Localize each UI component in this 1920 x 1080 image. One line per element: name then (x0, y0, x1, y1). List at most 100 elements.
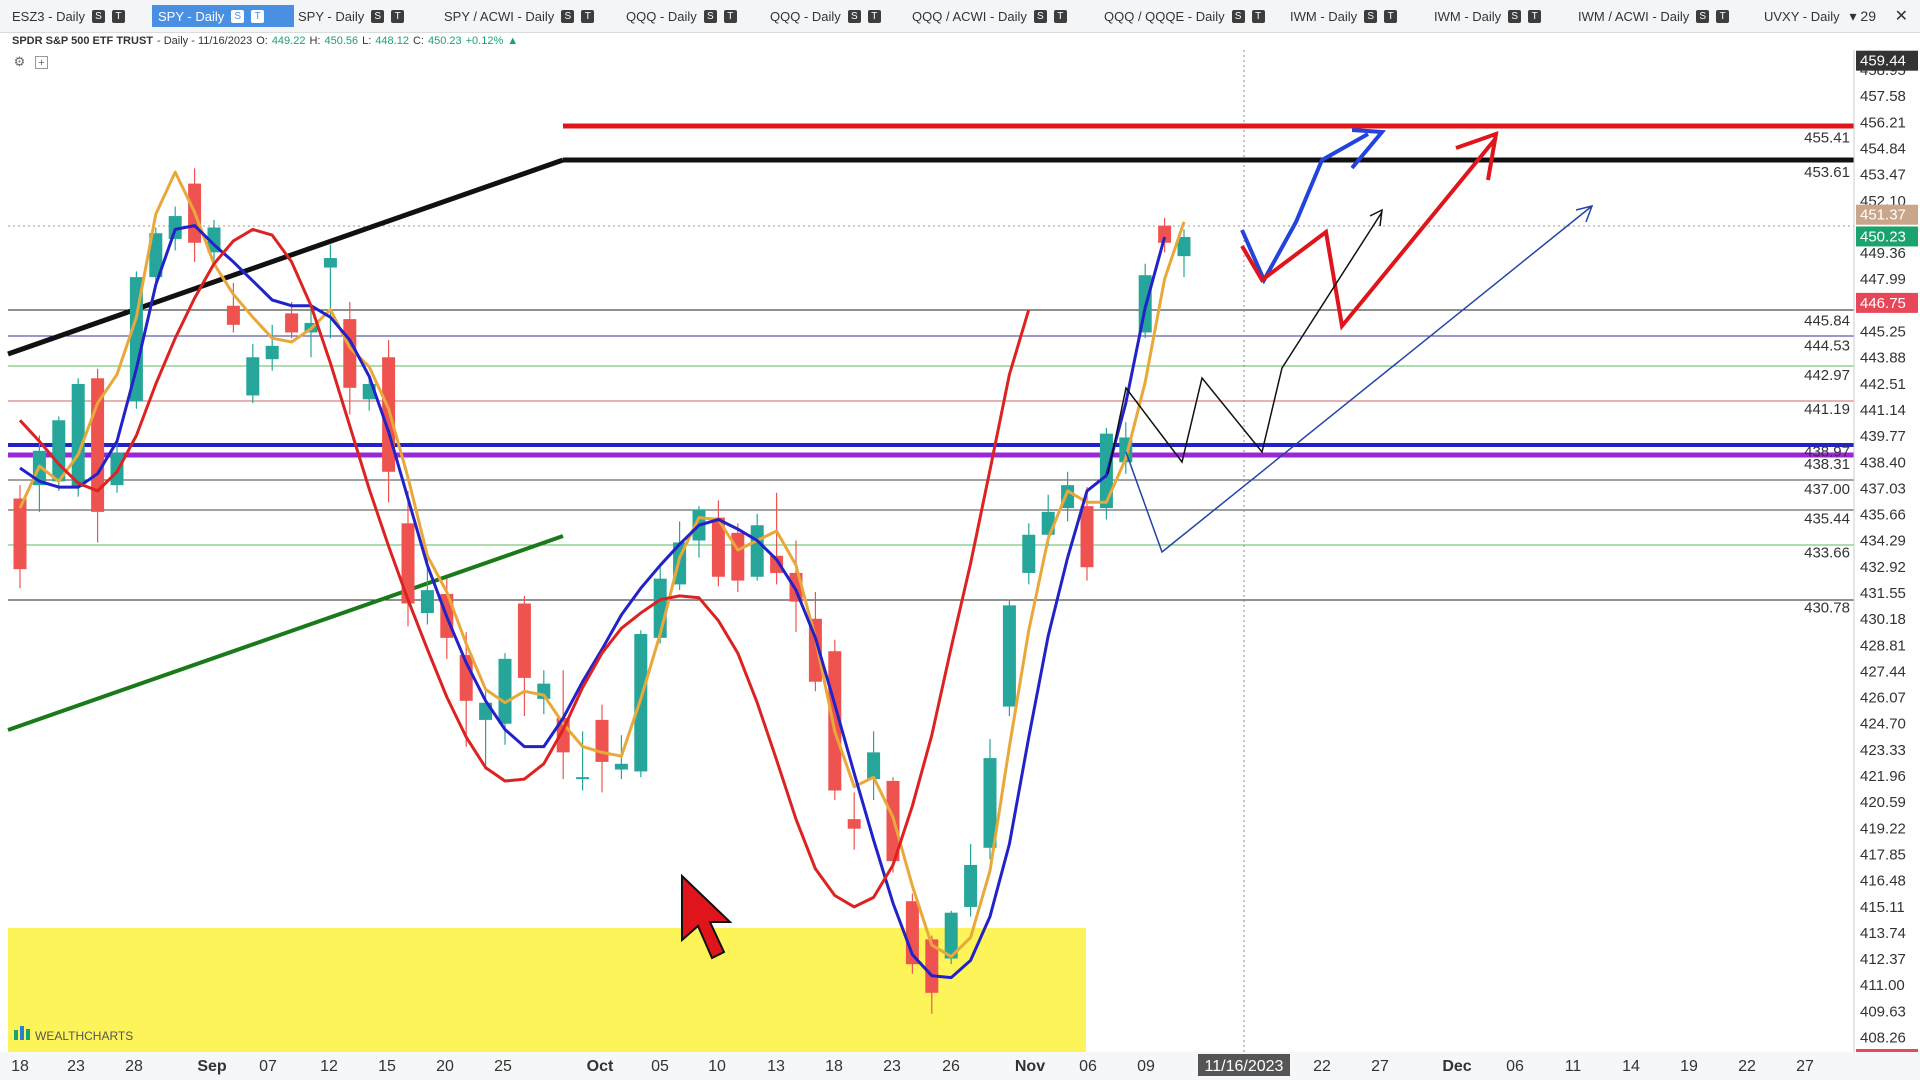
tab-badge-t[interactable]: T (1384, 9, 1398, 23)
candle (1002, 599, 1016, 717)
time-axis-label: 26 (942, 1058, 960, 1075)
tab-badge-t[interactable]: T (111, 9, 125, 23)
chart-tab[interactable]: IWM / ACWI - Daily S T (1572, 5, 1735, 27)
price-axis-label: 416.48 (1860, 873, 1906, 890)
time-axis-label: 18 (825, 1058, 843, 1075)
ohlc-high: 450.56 (324, 35, 359, 47)
chart-tab-label: SPY / ACWI - Daily (444, 8, 555, 24)
ohlc-low-label: L: (362, 35, 372, 47)
time-axis-label-text: 15 (378, 1058, 396, 1075)
tab-badge-s[interactable]: S (1231, 9, 1245, 23)
tab-badge-s[interactable]: S (1033, 9, 1047, 23)
candle-body (52, 420, 66, 482)
time-axis-label-text: Dec (1442, 1058, 1471, 1075)
chart-tab[interactable]: QQQ / ACWI - Daily S T (906, 5, 1073, 27)
chart-tab[interactable]: ESZ3 - Daily S T (6, 5, 131, 27)
tab-badge-t[interactable]: T (723, 9, 737, 23)
price-axis-label: 413.74 (1860, 925, 1906, 942)
tab-badge-s[interactable]: S (1508, 9, 1522, 23)
chart-tab[interactable]: QQQ - Daily S T (764, 5, 887, 27)
chart-tab[interactable]: IWM - Daily S T (1284, 5, 1403, 27)
time-axis-label: 11/16/2023 (1198, 1054, 1290, 1076)
candle-body (13, 498, 27, 570)
candle-body (595, 719, 609, 762)
level-label: 441.19 (1804, 401, 1850, 418)
time-axis-label: Dec (1442, 1058, 1471, 1075)
ohlc-open-label: O: (256, 35, 268, 47)
time-axis-label: 27 (1796, 1058, 1814, 1075)
tab-badge-s[interactable]: S (371, 9, 385, 23)
level-label: 444.53 (1804, 337, 1850, 354)
candle-body (847, 819, 861, 829)
chart-tab-label: IWM - Daily (1290, 8, 1358, 24)
chart-tab-label: QQQ / ACWI - Daily (912, 8, 1027, 24)
candle (634, 630, 648, 778)
candle-body (323, 258, 337, 268)
price-tag-label: 459.44 (1860, 53, 1906, 70)
candle (711, 500, 725, 587)
tab-badge-s[interactable]: S (1696, 9, 1710, 23)
price-axis-label: 441.14 (1860, 402, 1906, 419)
chart-tab[interactable]: SPY / ACWI - Daily S T (438, 5, 600, 27)
candle-body (1022, 534, 1036, 573)
chart-tab[interactable]: SPY - Daily S T (152, 5, 294, 27)
candle (886, 777, 900, 873)
chart-tab[interactable]: QQQ / QQQE - Daily S T (1098, 5, 1271, 27)
time-axis-label-text: 25 (494, 1058, 512, 1075)
price-chart[interactable]: 459.44458.95457.58456.21454.84453.47452.… (0, 50, 1920, 1080)
tab-badge-s[interactable]: S (561, 9, 575, 23)
tab-badge-s[interactable]: S (1364, 9, 1378, 23)
price-tag-label: 450.23 (1860, 228, 1906, 245)
level-label: 442.97 (1804, 367, 1850, 384)
candle-body (1080, 506, 1094, 568)
price-axis-label: 453.47 (1860, 167, 1906, 184)
tab-badge-s[interactable]: S (847, 9, 861, 23)
time-axis-label-text: 11 (1565, 1058, 1582, 1075)
chart-tab-label: IWM / ACWI - Daily (1578, 8, 1690, 24)
time-axis-label-text: Oct (587, 1058, 614, 1075)
tab-overflow-button[interactable]: ▾ 29 (1850, 5, 1877, 27)
price-axis-label: 408.26 (1860, 1029, 1906, 1046)
chart-tab-label: QQQ - Daily (626, 8, 697, 24)
tab-badge-t[interactable]: T (251, 9, 265, 23)
arrowhead (1369, 208, 1383, 227)
tab-badge-t[interactable]: T (581, 9, 595, 23)
time-axis-label: 19 (1680, 1058, 1698, 1075)
chart-tab-label: ESZ3 - Daily (12, 8, 85, 24)
tab-badge-t[interactable]: T (867, 9, 881, 23)
level-label: 445.84 (1804, 312, 1850, 329)
candle-body (498, 658, 512, 724)
symbol-name: SPDR S&P 500 ETF TRUST (12, 35, 153, 47)
chart-tab[interactable]: UVXY - Daily (1758, 5, 1846, 27)
tab-badge-s[interactable]: S (231, 9, 245, 23)
ohlc-low: 448.12 (375, 35, 409, 47)
chart-tab[interactable]: IWM - Daily S T (1428, 5, 1547, 27)
candle (595, 704, 609, 793)
ohlc-open: 449.22 (271, 35, 306, 47)
tab-badge-t[interactable]: T (1716, 9, 1730, 23)
ohlc-high-label: H: (309, 35, 321, 47)
candle-body (420, 590, 434, 614)
time-axis-label: 10 (708, 1058, 726, 1075)
chart-tab[interactable]: QQQ - Daily S T (620, 5, 743, 27)
tab-badge-s[interactable]: S (703, 9, 717, 23)
chart-tab-bar: ESZ3 - Daily S T SPY - Daily S T SPY - Daily S T… (0, 0, 1920, 33)
tab-badge-s[interactable]: S (91, 9, 105, 23)
price-axis-label: 412.37 (1860, 951, 1906, 968)
price-axis-label: 456.21 (1860, 114, 1906, 131)
price-axis-label: 409.63 (1860, 1003, 1906, 1020)
tab-badge-t[interactable]: T (1053, 9, 1067, 23)
chart-tab[interactable]: SPY - Daily S T (292, 5, 410, 27)
price-axis-label: 443.88 (1860, 350, 1906, 367)
price-axis-label: 439.77 (1860, 428, 1906, 445)
symbol-meta: - Daily - 11/16/2023 (157, 35, 253, 47)
close-icon[interactable]: ✕ (1895, 5, 1908, 27)
price-tag-label: 451.37 (1860, 207, 1906, 224)
tab-badge-t[interactable]: T (391, 9, 405, 23)
tab-badge-t[interactable]: T (1251, 9, 1265, 23)
time-axis-label: 13 (767, 1058, 785, 1075)
candle (731, 523, 745, 593)
trendline-green[interactable] (7, 534, 564, 732)
tab-badge-t[interactable]: T (1528, 9, 1542, 23)
candle (847, 792, 861, 850)
